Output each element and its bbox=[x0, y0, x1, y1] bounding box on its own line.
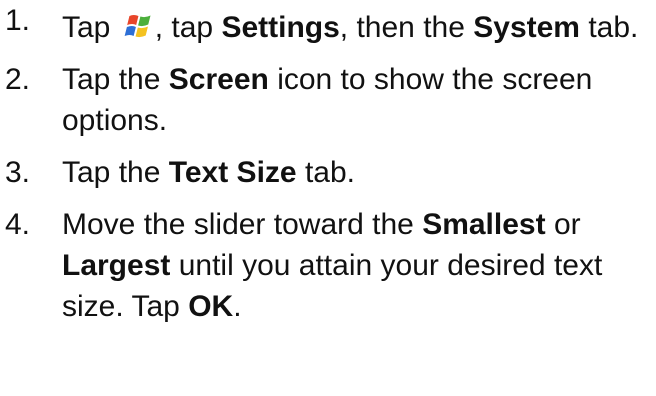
step-number: 4. bbox=[5, 208, 31, 241]
step-text: tab. bbox=[588, 11, 639, 44]
step-text: Tap the bbox=[62, 63, 161, 96]
windows-start-flag-icon bbox=[123, 12, 153, 40]
step-number: 1. bbox=[5, 4, 31, 37]
step-text: Tap bbox=[62, 11, 111, 44]
step-text: , then the bbox=[339, 11, 465, 44]
step-keyword: Settings bbox=[221, 11, 340, 44]
step-keyword: System bbox=[473, 11, 580, 44]
step-2: 2. Tap the Screen icon to show the scree… bbox=[0, 59, 656, 141]
step-text: tab. bbox=[304, 156, 355, 189]
step-keyword: Screen bbox=[168, 63, 269, 96]
step-text: . bbox=[233, 290, 242, 323]
step-text: or bbox=[553, 208, 581, 241]
step-number: 3. bbox=[5, 156, 31, 189]
step-3: 3. Tap the Text Size tab. bbox=[0, 152, 656, 193]
step-4: 4. Move the slider toward the Smallest o… bbox=[0, 204, 656, 327]
step-number: 2. bbox=[5, 63, 31, 96]
instruction-list: 1. Tap , tap Settings, then the System t… bbox=[0, 0, 656, 327]
step-1: 1. Tap , tap Settings, then the System t… bbox=[0, 0, 656, 48]
step-text: Tap the bbox=[62, 156, 161, 189]
step-text: Move the slider toward the bbox=[62, 208, 414, 241]
step-keyword: Largest bbox=[62, 249, 171, 282]
step-keyword: Smallest bbox=[422, 208, 546, 241]
step-keyword: OK bbox=[188, 290, 234, 323]
step-text: , tap bbox=[154, 11, 214, 44]
step-keyword: Text Size bbox=[168, 156, 297, 189]
